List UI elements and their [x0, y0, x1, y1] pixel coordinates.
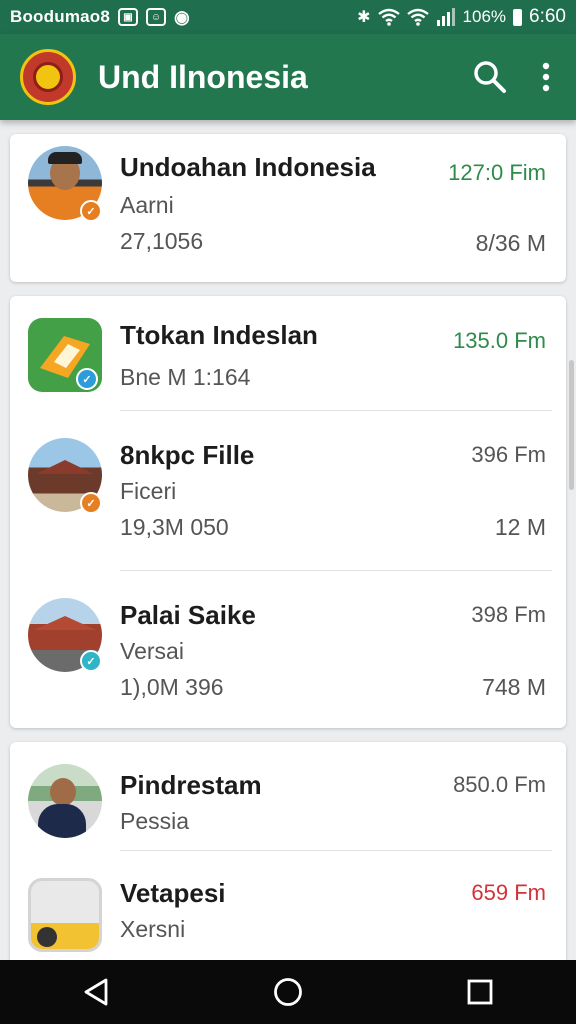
list-item[interactable]: ✓ Palai Saike Versai 1),0M 396 398 Fm 74…	[10, 570, 566, 728]
carrier-label: Boodumao8	[10, 7, 111, 26]
chat-notification-icon: ☺	[146, 8, 167, 26]
search-icon	[474, 61, 506, 93]
list-card: ✓ Undoahan Indonesia Aarni 27,1056 127:0…	[10, 134, 566, 282]
item-time: 396 Fm	[471, 442, 546, 467]
item-subtitle: Bne M 1:164	[120, 364, 251, 390]
wifi-icon-2	[406, 8, 429, 26]
navigation-bar	[0, 960, 576, 1024]
item-name: Ttokan Indeslan	[120, 320, 318, 350]
item-meta: 1),0M 396	[120, 674, 224, 700]
back-icon	[84, 978, 108, 1006]
list-item[interactable]: Pindrestam Pessia 850.0 Fm	[10, 742, 566, 850]
item-name: Undoahan Indonesia	[120, 152, 376, 182]
item-time: 850.0 Fm	[453, 772, 546, 797]
item-subtitle: Ficeri	[120, 478, 177, 504]
item-meta: 27,1056	[120, 228, 204, 254]
item-time: 398 Fm	[471, 602, 546, 627]
item-time: 127:0 Fim	[448, 160, 546, 185]
item-time: 659 Fm	[471, 880, 546, 905]
check-badge-icon: ✓	[80, 200, 102, 222]
item-name: Palai Saike	[120, 600, 256, 630]
item-subtitle: Aarni	[120, 192, 174, 218]
item-subtitle: Pessia	[120, 808, 190, 834]
item-meta: 19,3M 050	[120, 514, 229, 540]
list-item[interactable]: Vetapesi Xersni 659 Fm	[10, 850, 566, 960]
list-card: ✓ Ttokan Indeslan Bne M 1:164 135.0 Fm ✓…	[10, 296, 566, 728]
avatar	[28, 764, 102, 838]
avatar	[28, 878, 102, 952]
list-item[interactable]: ✓ Ttokan Indeslan Bne M 1:164 135.0 Fm	[10, 296, 566, 410]
list-card: Pindrestam Pessia 850.0 Fm Vetapesi Xers…	[10, 742, 566, 960]
list-item[interactable]: ✓ 8nkpc Fille Ficeri 19,3M 050 396 Fm 12…	[10, 410, 566, 570]
recents-icon	[467, 979, 493, 1005]
item-time: 135.0 Fm	[453, 328, 546, 353]
verified-badge-icon: ✓	[76, 368, 98, 390]
home-button[interactable]	[248, 960, 328, 1024]
app-title: Und Ilnonesia	[98, 58, 308, 95]
status-bar: Boodumao8 ▣ ☺ ◉ ✱ 106% 6:60	[0, 0, 576, 34]
image-notification-icon: ▣	[118, 8, 139, 26]
item-size: 8/36 M	[475, 230, 546, 256]
item-name: Vetapesi	[120, 878, 226, 908]
item-size: 748 M	[482, 674, 546, 700]
verified-badge-icon: ✓	[80, 650, 102, 672]
home-icon	[274, 978, 302, 1006]
wifi-icon	[377, 8, 400, 26]
app-bar: Und Ilnonesia	[0, 34, 576, 120]
recents-button[interactable]	[440, 960, 520, 1024]
list-item[interactable]: ✓ Undoahan Indonesia Aarni 27,1056 127:0…	[10, 134, 566, 284]
file-list[interactable]: ✓ Undoahan Indonesia Aarni 27,1056 127:0…	[0, 120, 576, 960]
item-subtitle: Versai	[120, 638, 184, 664]
search-button[interactable]	[472, 59, 508, 95]
battery-icon	[513, 8, 523, 26]
app-logo-icon	[20, 49, 76, 105]
item-subtitle: Xersni	[120, 916, 186, 942]
location-icon: ◉	[174, 6, 190, 27]
back-button[interactable]	[56, 960, 136, 1024]
signal-icon	[436, 8, 455, 26]
item-size: 12 M	[494, 514, 546, 540]
scrollbar[interactable]	[569, 360, 574, 490]
bluetooth-icon: ✱	[357, 9, 371, 26]
item-name: 8nkpc Fille	[120, 440, 255, 470]
check-badge-icon: ✓	[80, 492, 102, 514]
overflow-menu-button[interactable]	[542, 62, 550, 92]
battery-label: 106%	[462, 7, 507, 26]
more-vert-icon	[542, 62, 550, 92]
clock-label: 6:60	[529, 6, 566, 27]
item-name: Pindrestam	[120, 770, 262, 800]
